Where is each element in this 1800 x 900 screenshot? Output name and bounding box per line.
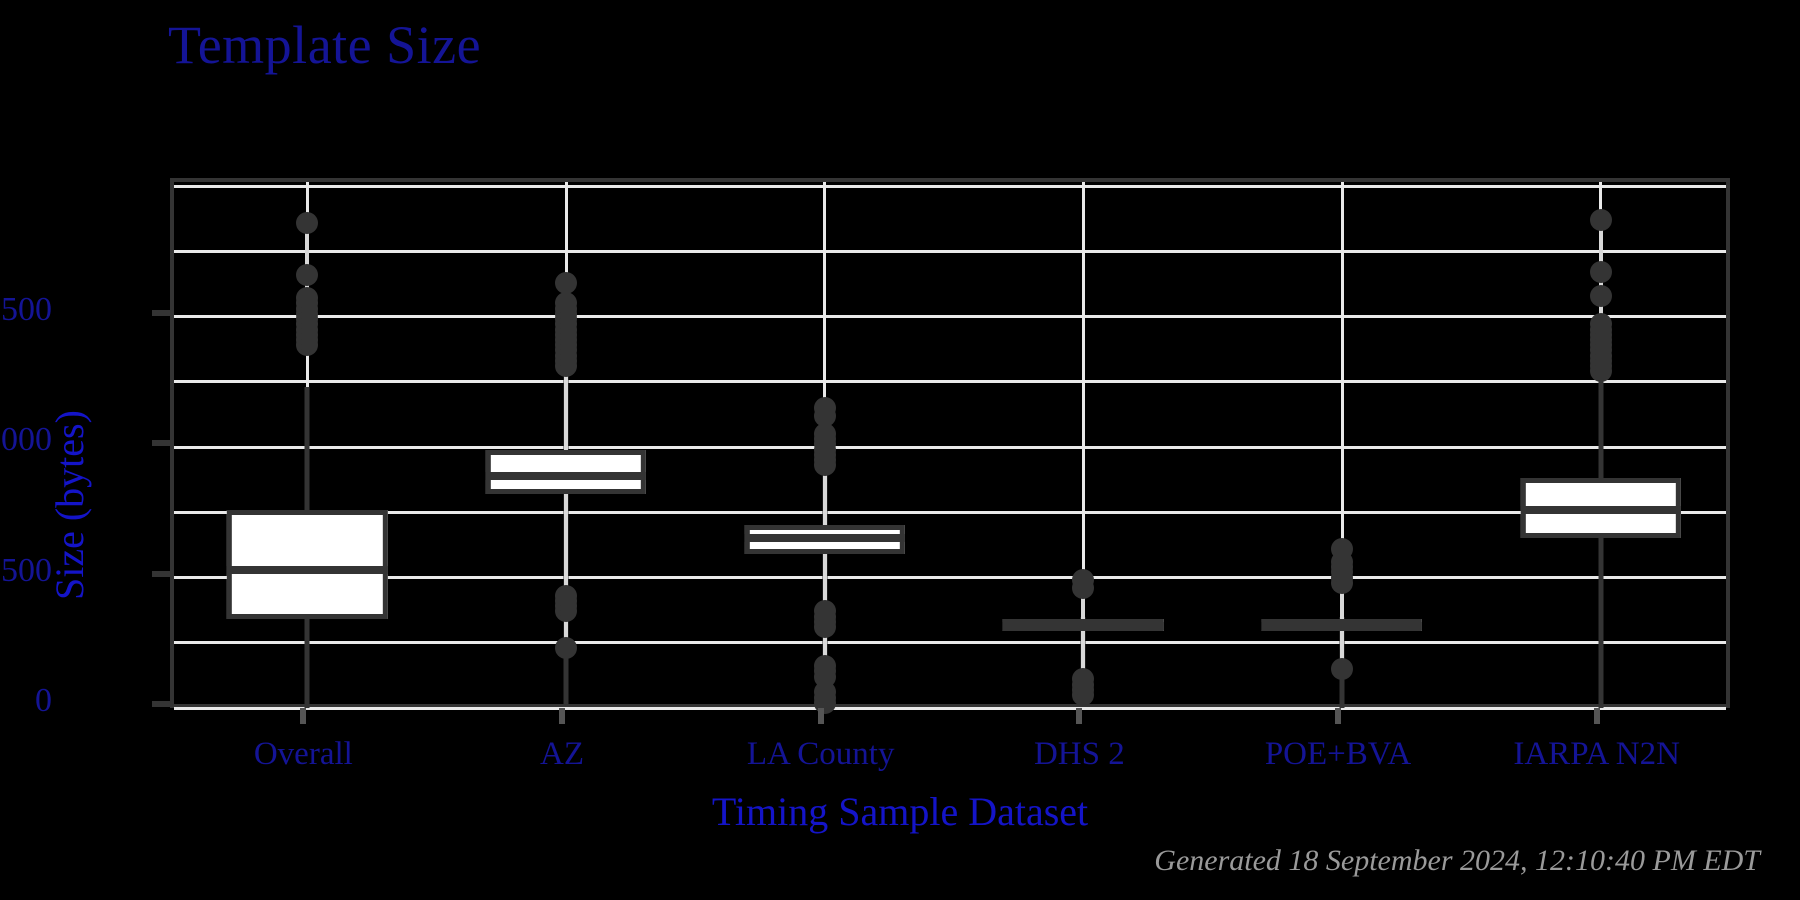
y-axis-tick-mark: [152, 309, 170, 316]
outlier-point: [296, 263, 319, 286]
outlier-point: [554, 636, 577, 659]
median-line: [485, 471, 647, 480]
boxplot-dhs-2[interactable]: [954, 182, 1213, 706]
median-line: [227, 565, 388, 574]
outlier-point: [1072, 668, 1095, 691]
outlier-point: [813, 600, 836, 623]
median-line: [1520, 505, 1681, 514]
y-axis-tick-mark: [152, 701, 170, 707]
outlier-point: [554, 584, 577, 607]
outlier-point: [1589, 208, 1612, 231]
y-axis-tick-label: 7 500: [0, 290, 52, 328]
x-axis-tick-mark: [559, 708, 565, 724]
y-axis-title: Size (bytes): [47, 410, 92, 600]
whisker-lower: [1598, 538, 1604, 708]
chart-root: Template Size Size (bytes) 0 2 500 5 000 7 …: [0, 0, 1800, 900]
outlier-point: [554, 271, 577, 294]
y-axis-tick-mark: [152, 570, 170, 577]
box-iqr: [227, 509, 388, 620]
x-axis-tick-label-iarpa-n2n: IARPA N2N: [1513, 736, 1680, 772]
median-line: [744, 534, 905, 543]
outlier-point: [1589, 261, 1612, 284]
outlier-point: [296, 211, 319, 234]
x-axis-tick-mark: [1593, 708, 1600, 724]
whisker-lower: [304, 619, 310, 708]
boxplot-iarpa-n2n[interactable]: [1471, 182, 1730, 708]
outlier-point: [1589, 313, 1612, 336]
y-axis-tick-mark: [152, 440, 170, 446]
median-line: [1003, 621, 1164, 630]
x-axis-tick-label-overall: Overall: [253, 736, 353, 772]
x-axis-tick-mark: [1076, 708, 1083, 724]
plot-area: [170, 178, 1730, 714]
outlier-point: [296, 287, 319, 310]
median-line: [1261, 621, 1423, 630]
boxplot-la-county[interactable]: [695, 182, 954, 714]
x-axis-tick-label-az: AZ: [540, 736, 584, 772]
x-axis-tick-mark: [1335, 708, 1341, 724]
outlier-point: [813, 396, 836, 419]
x-axis-title: Timing Sample Dataset: [711, 789, 1089, 834]
boxplot-poe-bva[interactable]: [1213, 182, 1472, 708]
gridline-horizontal: [174, 706, 1726, 710]
y-axis-tick-label: 0: [35, 682, 52, 719]
outlier-point: [1330, 537, 1353, 560]
outlier-point: [554, 292, 577, 315]
y-axis-tick-label: 5 000: [0, 421, 52, 458]
x-axis-tick-label-dhs-2: DHS 2: [1033, 736, 1125, 772]
whisker-upper: [304, 386, 310, 510]
x-axis-tick-label-poe-bva: POE+BVA: [1264, 736, 1412, 772]
generated-timestamp: Generated 18 September 2024, 12:10:40 PM…: [1154, 844, 1760, 877]
outlier-point: [1072, 569, 1095, 592]
outlier-point: [1330, 657, 1353, 680]
whisker-upper: [1598, 379, 1604, 479]
x-axis-tick-mark: [817, 708, 824, 724]
x-axis-tick-mark: [300, 708, 307, 724]
outlier-point: [813, 655, 836, 678]
page-title: Template Size: [168, 15, 482, 75]
x-axis-tick-label-la-county: LA County: [746, 736, 895, 772]
boxplot-az[interactable]: [437, 182, 696, 705]
outlier-point: [1589, 284, 1612, 307]
boxplot-overall[interactable]: [178, 182, 437, 708]
y-axis-tick-label: 2 500: [0, 551, 52, 589]
